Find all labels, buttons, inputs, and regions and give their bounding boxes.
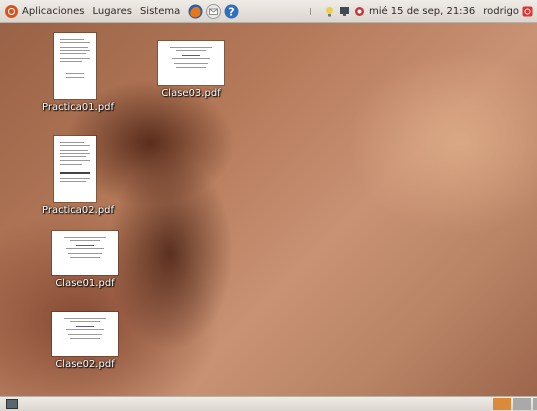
workspace-2[interactable] [513,398,531,410]
mail-icon[interactable] [206,3,222,19]
menu-lugares[interactable]: Lugares [92,6,131,17]
workspace-1[interactable] [493,398,511,410]
icon-label: Clase01.pdf [55,278,115,289]
show-desktop-icon[interactable] [6,399,18,409]
shutdown-icon[interactable] [522,6,533,17]
top-panel: Aplicaciones Lugares Sistema ? mié 15 de… [0,0,537,23]
firefox-icon[interactable] [188,4,203,19]
pdf-landscape-thumbnail-icon [158,41,224,85]
system-tray: mié 15 de sep, 21:36 rodrigo [309,6,537,17]
user-name[interactable]: rodrigo [483,6,519,17]
volume-icon[interactable] [354,6,365,17]
ubuntu-logo-icon[interactable] [5,4,18,18]
desktop-icon-practica02[interactable]: Practica02.pdf [42,136,115,216]
desktop[interactable]: Practica01.pdf Clase03.pdf Practica02.pd [0,23,537,396]
workspace-3[interactable] [533,398,537,410]
desktop-icon-clase02[interactable]: Clase02.pdf [46,312,124,370]
menu-sistema[interactable]: Sistema [140,6,180,17]
icon-label: Practica02.pdf [42,205,115,216]
pdf-landscape-thumbnail-icon [52,312,118,356]
network-icon[interactable] [339,6,350,17]
desktop-icon-clase03[interactable]: Clase03.pdf [152,41,230,99]
menu-aplicaciones[interactable]: Aplicaciones [22,6,84,17]
icon-label: Clase02.pdf [55,359,115,370]
pdf-portrait-thumbnail-icon [54,136,96,202]
desktop-icon-clase01[interactable]: Clase01.pdf [46,231,124,289]
desktop-icon-practica01[interactable]: Practica01.pdf [42,33,115,113]
svg-text:?: ? [229,5,235,18]
main-menu: Aplicaciones Lugares Sistema ? [0,3,239,19]
pdf-landscape-thumbnail-icon [52,231,118,275]
clock[interactable]: mié 15 de sep, 21:36 [369,6,475,17]
notification-bulb-icon[interactable] [324,6,335,17]
icon-label: Clase03.pdf [161,88,221,99]
help-icon[interactable]: ? [224,4,239,19]
pdf-portrait-thumbnail-icon [54,33,96,99]
panel-handle-icon [309,7,311,15]
bottom-panel [0,396,537,411]
icon-label: Practica01.pdf [42,102,115,113]
